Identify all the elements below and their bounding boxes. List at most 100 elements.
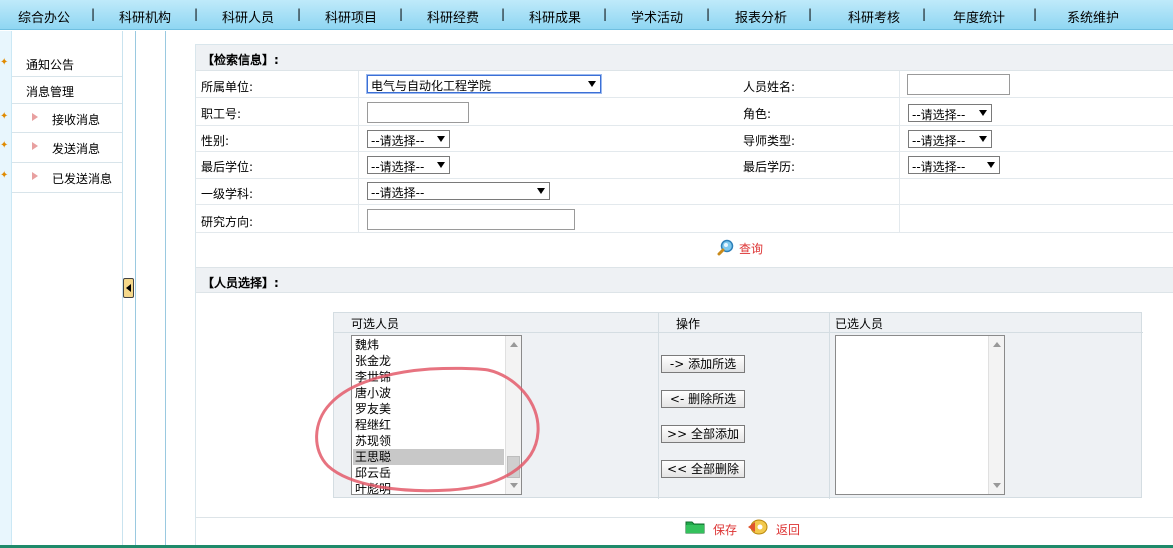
- sidebar-item-sent-messages[interactable]: ✦ 已发送消息: [0, 163, 122, 193]
- main-panel: 【检索信息】: 所属单位: 电气与自动化工程学院 人员姓名: 职工号: 角色: …: [195, 44, 1173, 548]
- nav-item-research-funds[interactable]: 科研经费: [427, 7, 479, 26]
- last-education-select[interactable]: --请选择--: [908, 156, 1000, 174]
- content-border-line: [165, 31, 166, 548]
- list-item[interactable]: 叶彪明: [355, 481, 391, 494]
- form-row: 研究方向:: [196, 205, 1173, 233]
- arrow-right-icon: [32, 142, 38, 150]
- sidebar-item-label: 已发送消息: [52, 172, 113, 186]
- person-selection-table: 可选人员 操作 已选人员 魏炜 张金龙 李世锦 唐小波 罗友美 程继红 苏现领 …: [333, 312, 1143, 499]
- selected-list-scrollbar[interactable]: [988, 336, 1004, 494]
- arrow-right-icon: [32, 172, 38, 180]
- chevron-down-icon: [987, 162, 995, 168]
- form-row: 所属单位: 电气与自动化工程学院 人员姓名:: [196, 71, 1173, 98]
- nav-separator: |: [91, 7, 96, 21]
- form-row: 一级学科: --请选择--: [196, 179, 1173, 205]
- add-all-button[interactable]: >> 全部添加: [661, 425, 745, 443]
- sidebar-item-message-management[interactable]: 消息管理: [12, 77, 122, 104]
- nav-item-research-staff[interactable]: 科研人员: [222, 7, 274, 26]
- sidebar-item-received-messages[interactable]: ✦ 接收消息: [0, 104, 122, 133]
- tutor-type-label: 导师类型:: [743, 134, 796, 148]
- form-row: 性别: --请选择-- 导师类型: --请选择--: [196, 126, 1173, 152]
- nav-item-research-results[interactable]: 科研成果: [529, 7, 581, 26]
- remove-selected-button[interactable]: <- 删除所选: [661, 390, 745, 408]
- sidebar-item-label: 通知公告: [26, 58, 75, 72]
- available-list-scrollbar[interactable]: [505, 336, 521, 494]
- header-divider: [334, 332, 1143, 333]
- nav-separator: |: [194, 7, 199, 21]
- gender-select[interactable]: --请选择--: [367, 130, 450, 148]
- discipline-label: 一级学科:: [201, 187, 254, 201]
- sidebar-item-notices[interactable]: ✦ 通知公告: [0, 50, 122, 77]
- bullet-icon: ✦: [0, 57, 9, 68]
- name-input[interactable]: [907, 74, 1010, 95]
- chevron-down-icon: [979, 110, 987, 116]
- scroll-down-icon[interactable]: [510, 483, 518, 488]
- sidebar-edge-strip: [0, 31, 12, 548]
- tutor-type-select[interactable]: --请选择--: [908, 130, 992, 148]
- list-item[interactable]: 罗友美: [355, 401, 391, 417]
- list-item-highlighted[interactable]: 王思聪: [353, 449, 504, 465]
- scroll-up-icon[interactable]: [510, 342, 518, 347]
- role-label: 角色:: [743, 107, 772, 121]
- back-button[interactable]: 返回: [776, 521, 800, 538]
- form-row: 职工号: 角色: --请选择--: [196, 98, 1173, 126]
- nav-item-annual-statistics[interactable]: 年度统计: [953, 7, 1005, 26]
- tutor-type-select-value: --请选择--: [912, 134, 966, 148]
- collapse-sidebar-button[interactable]: [123, 278, 134, 298]
- list-item[interactable]: 苏现领: [355, 433, 391, 449]
- staff-id-label: 职工号:: [201, 107, 242, 121]
- person-section-title: 【人员选择】:: [202, 276, 279, 290]
- scroll-down-icon[interactable]: [993, 483, 1001, 488]
- list-item[interactable]: 李世锦: [355, 369, 391, 385]
- column-divider: [829, 313, 830, 499]
- nav-separator: |: [706, 7, 711, 21]
- selected-persons-list[interactable]: [835, 335, 1005, 495]
- gender-label: 性别:: [201, 134, 230, 148]
- unit-label: 所属单位:: [201, 80, 254, 94]
- nav-separator: |: [297, 7, 302, 21]
- selected-header: 已选人员: [835, 317, 884, 331]
- search-section-header: 【检索信息】:: [196, 45, 1173, 71]
- nav-item-system-maintenance[interactable]: 系统维护: [1067, 7, 1119, 26]
- research-direction-input[interactable]: [367, 209, 575, 230]
- magnifier-icon: [717, 239, 734, 256]
- search-section-title: 【检索信息】:: [202, 53, 279, 67]
- list-item[interactable]: 唐小波: [355, 385, 391, 401]
- role-select[interactable]: --请选择--: [908, 104, 992, 122]
- add-selected-button[interactable]: -> 添加所选: [661, 355, 745, 373]
- list-item[interactable]: 程继红: [355, 417, 391, 433]
- list-item[interactable]: 张金龙: [355, 353, 391, 369]
- scroll-up-icon[interactable]: [993, 342, 1001, 347]
- nav-item-research-projects[interactable]: 科研项目: [325, 7, 377, 26]
- bullet-icon: ✦: [0, 111, 9, 122]
- nav-separator: |: [808, 7, 813, 21]
- last-degree-select[interactable]: --请选择--: [367, 156, 450, 174]
- nav-separator: |: [603, 7, 608, 21]
- staff-id-input[interactable]: [367, 102, 469, 123]
- sidebar-item-label: 发送消息: [52, 142, 101, 156]
- nav-item-research-institutions[interactable]: 科研机构: [119, 7, 171, 26]
- unit-select[interactable]: 电气与自动化工程学院: [367, 75, 601, 93]
- chevron-down-icon: [588, 81, 596, 87]
- nav-item-report-analysis[interactable]: 报表分析: [735, 7, 787, 26]
- back-icon[interactable]: [746, 519, 768, 535]
- save-button[interactable]: 保存: [713, 521, 737, 538]
- scroll-thumb[interactable]: [507, 456, 520, 478]
- nav-item-general-office[interactable]: 综合办公: [18, 7, 70, 26]
- last-education-select-value: --请选择--: [912, 160, 966, 174]
- nav-item-research-assessment[interactable]: 科研考核: [848, 7, 900, 26]
- nav-separator: |: [501, 7, 506, 21]
- sidebar-item-label: 接收消息: [52, 113, 101, 127]
- sidebar-item-send-message[interactable]: ✦ 发送消息: [0, 133, 122, 163]
- chevron-down-icon: [979, 136, 987, 142]
- gender-select-value: --请选择--: [371, 134, 425, 148]
- remove-all-button[interactable]: << 全部删除: [661, 460, 745, 478]
- chevron-down-icon: [537, 188, 545, 194]
- list-item[interactable]: 邱云岳: [355, 465, 391, 481]
- form-row: 最后学位: --请选择-- 最后学历: --请选择--: [196, 152, 1173, 179]
- nav-item-academic-activities[interactable]: 学术活动: [631, 7, 683, 26]
- list-item[interactable]: 魏炜: [355, 337, 379, 353]
- discipline-select[interactable]: --请选择--: [367, 182, 550, 200]
- available-persons-list[interactable]: 魏炜 张金龙 李世锦 唐小波 罗友美 程继红 苏现领 王思聪 邱云岳 叶彪明: [351, 335, 522, 495]
- folder-save-icon[interactable]: [685, 519, 705, 534]
